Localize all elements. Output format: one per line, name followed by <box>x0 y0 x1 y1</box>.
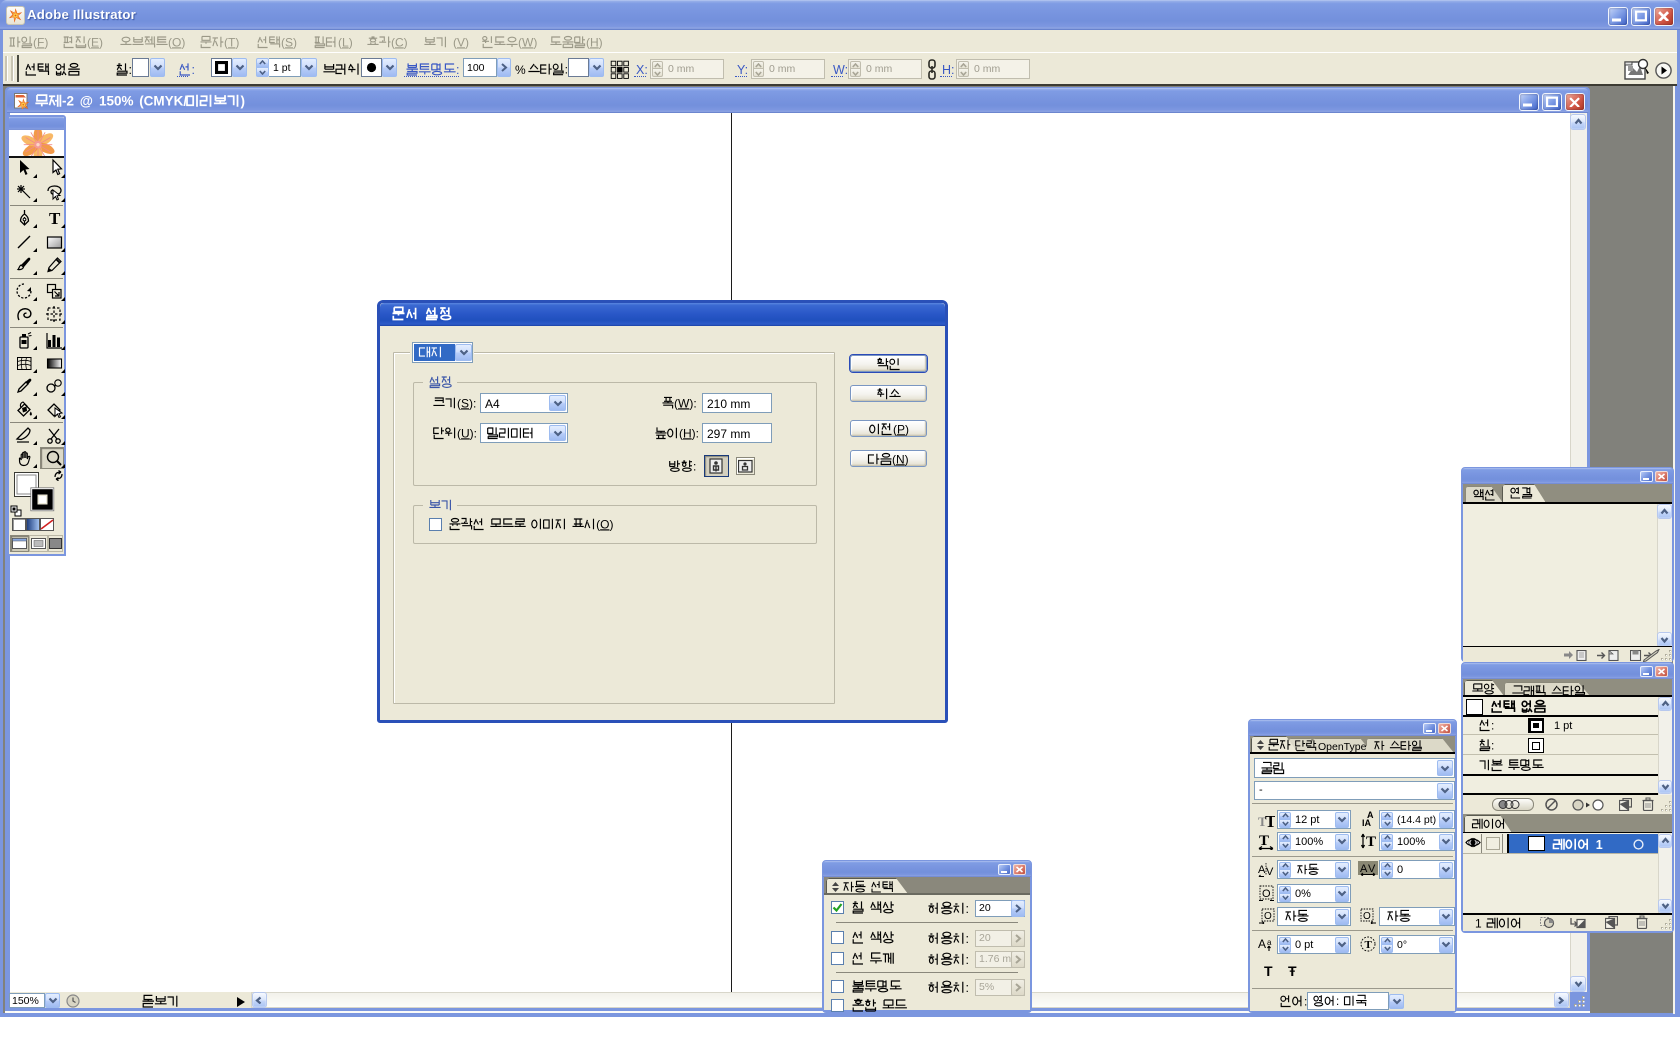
svg-text:X:: X: <box>636 63 648 77</box>
svg-text:(T): (T) <box>224 35 239 49</box>
svg-text:(CMYK/: (CMYK/ <box>139 94 187 109</box>
svg-text:(W):: (W): <box>674 396 697 410</box>
svg-text:T: T <box>1365 939 1373 951</box>
svg-text::: : <box>456 63 459 77</box>
svg-text:): ) <box>241 94 246 109</box>
svg-text:(V): (V) <box>453 35 469 49</box>
svg-text:IA: IA <box>1362 818 1372 827</box>
svg-text:(H):: (H): <box>679 426 699 440</box>
svg-text::: : <box>966 932 969 946</box>
svg-text:(O): (O) <box>596 517 613 531</box>
svg-text:a: a <box>1267 938 1272 947</box>
svg-text:H:: H: <box>942 63 955 77</box>
svg-text:(C): (C) <box>391 35 408 49</box>
svg-text:(O): (O) <box>168 35 185 49</box>
svg-text:(W): (W) <box>518 35 537 49</box>
svg-text:1: 1 <box>1596 838 1603 852</box>
svg-text::: : <box>693 459 696 473</box>
svg-text:(P): (P) <box>893 422 909 436</box>
svg-text:(E): (E) <box>87 35 103 49</box>
svg-text:T: T <box>1366 834 1376 850</box>
svg-text::: : <box>966 981 969 995</box>
svg-text:O: O <box>1363 911 1371 922</box>
svg-text:(L): (L) <box>338 35 353 49</box>
svg-text::: : <box>1491 738 1494 752</box>
svg-text:T: T <box>1265 812 1275 827</box>
svg-text:(H): (H) <box>586 35 603 49</box>
svg-text:V: V <box>1368 863 1376 875</box>
svg-text:(S):: (S): <box>457 396 476 410</box>
svg-text:(U):: (U): <box>457 426 477 440</box>
svg-text:(N): (N) <box>892 452 909 466</box>
svg-text:A: A <box>1360 863 1368 875</box>
svg-text::: : <box>966 902 969 916</box>
svg-text::: : <box>1491 718 1494 732</box>
svg-text::: : <box>1336 996 1339 1008</box>
svg-text:V: V <box>1266 866 1274 877</box>
svg-text::: : <box>966 953 969 967</box>
svg-text:1: 1 <box>1475 916 1482 930</box>
svg-text:W:: W: <box>833 63 848 77</box>
svg-text:A: A <box>1258 937 1266 951</box>
svg-text::: : <box>192 63 195 77</box>
svg-text:@: @ <box>80 94 93 109</box>
svg-text:O: O <box>1264 911 1272 922</box>
svg-text:O: O <box>1262 888 1271 900</box>
svg-text:150%: 150% <box>99 94 134 109</box>
svg-text:A: A <box>1258 864 1266 876</box>
svg-text:(F): (F) <box>33 35 48 49</box>
svg-text:T: T <box>49 209 61 228</box>
svg-text:(S): (S) <box>281 35 297 49</box>
svg-text:Y:: Y: <box>737 63 748 77</box>
svg-text:-2: -2 <box>62 94 74 109</box>
svg-text:T: T <box>1259 833 1269 849</box>
